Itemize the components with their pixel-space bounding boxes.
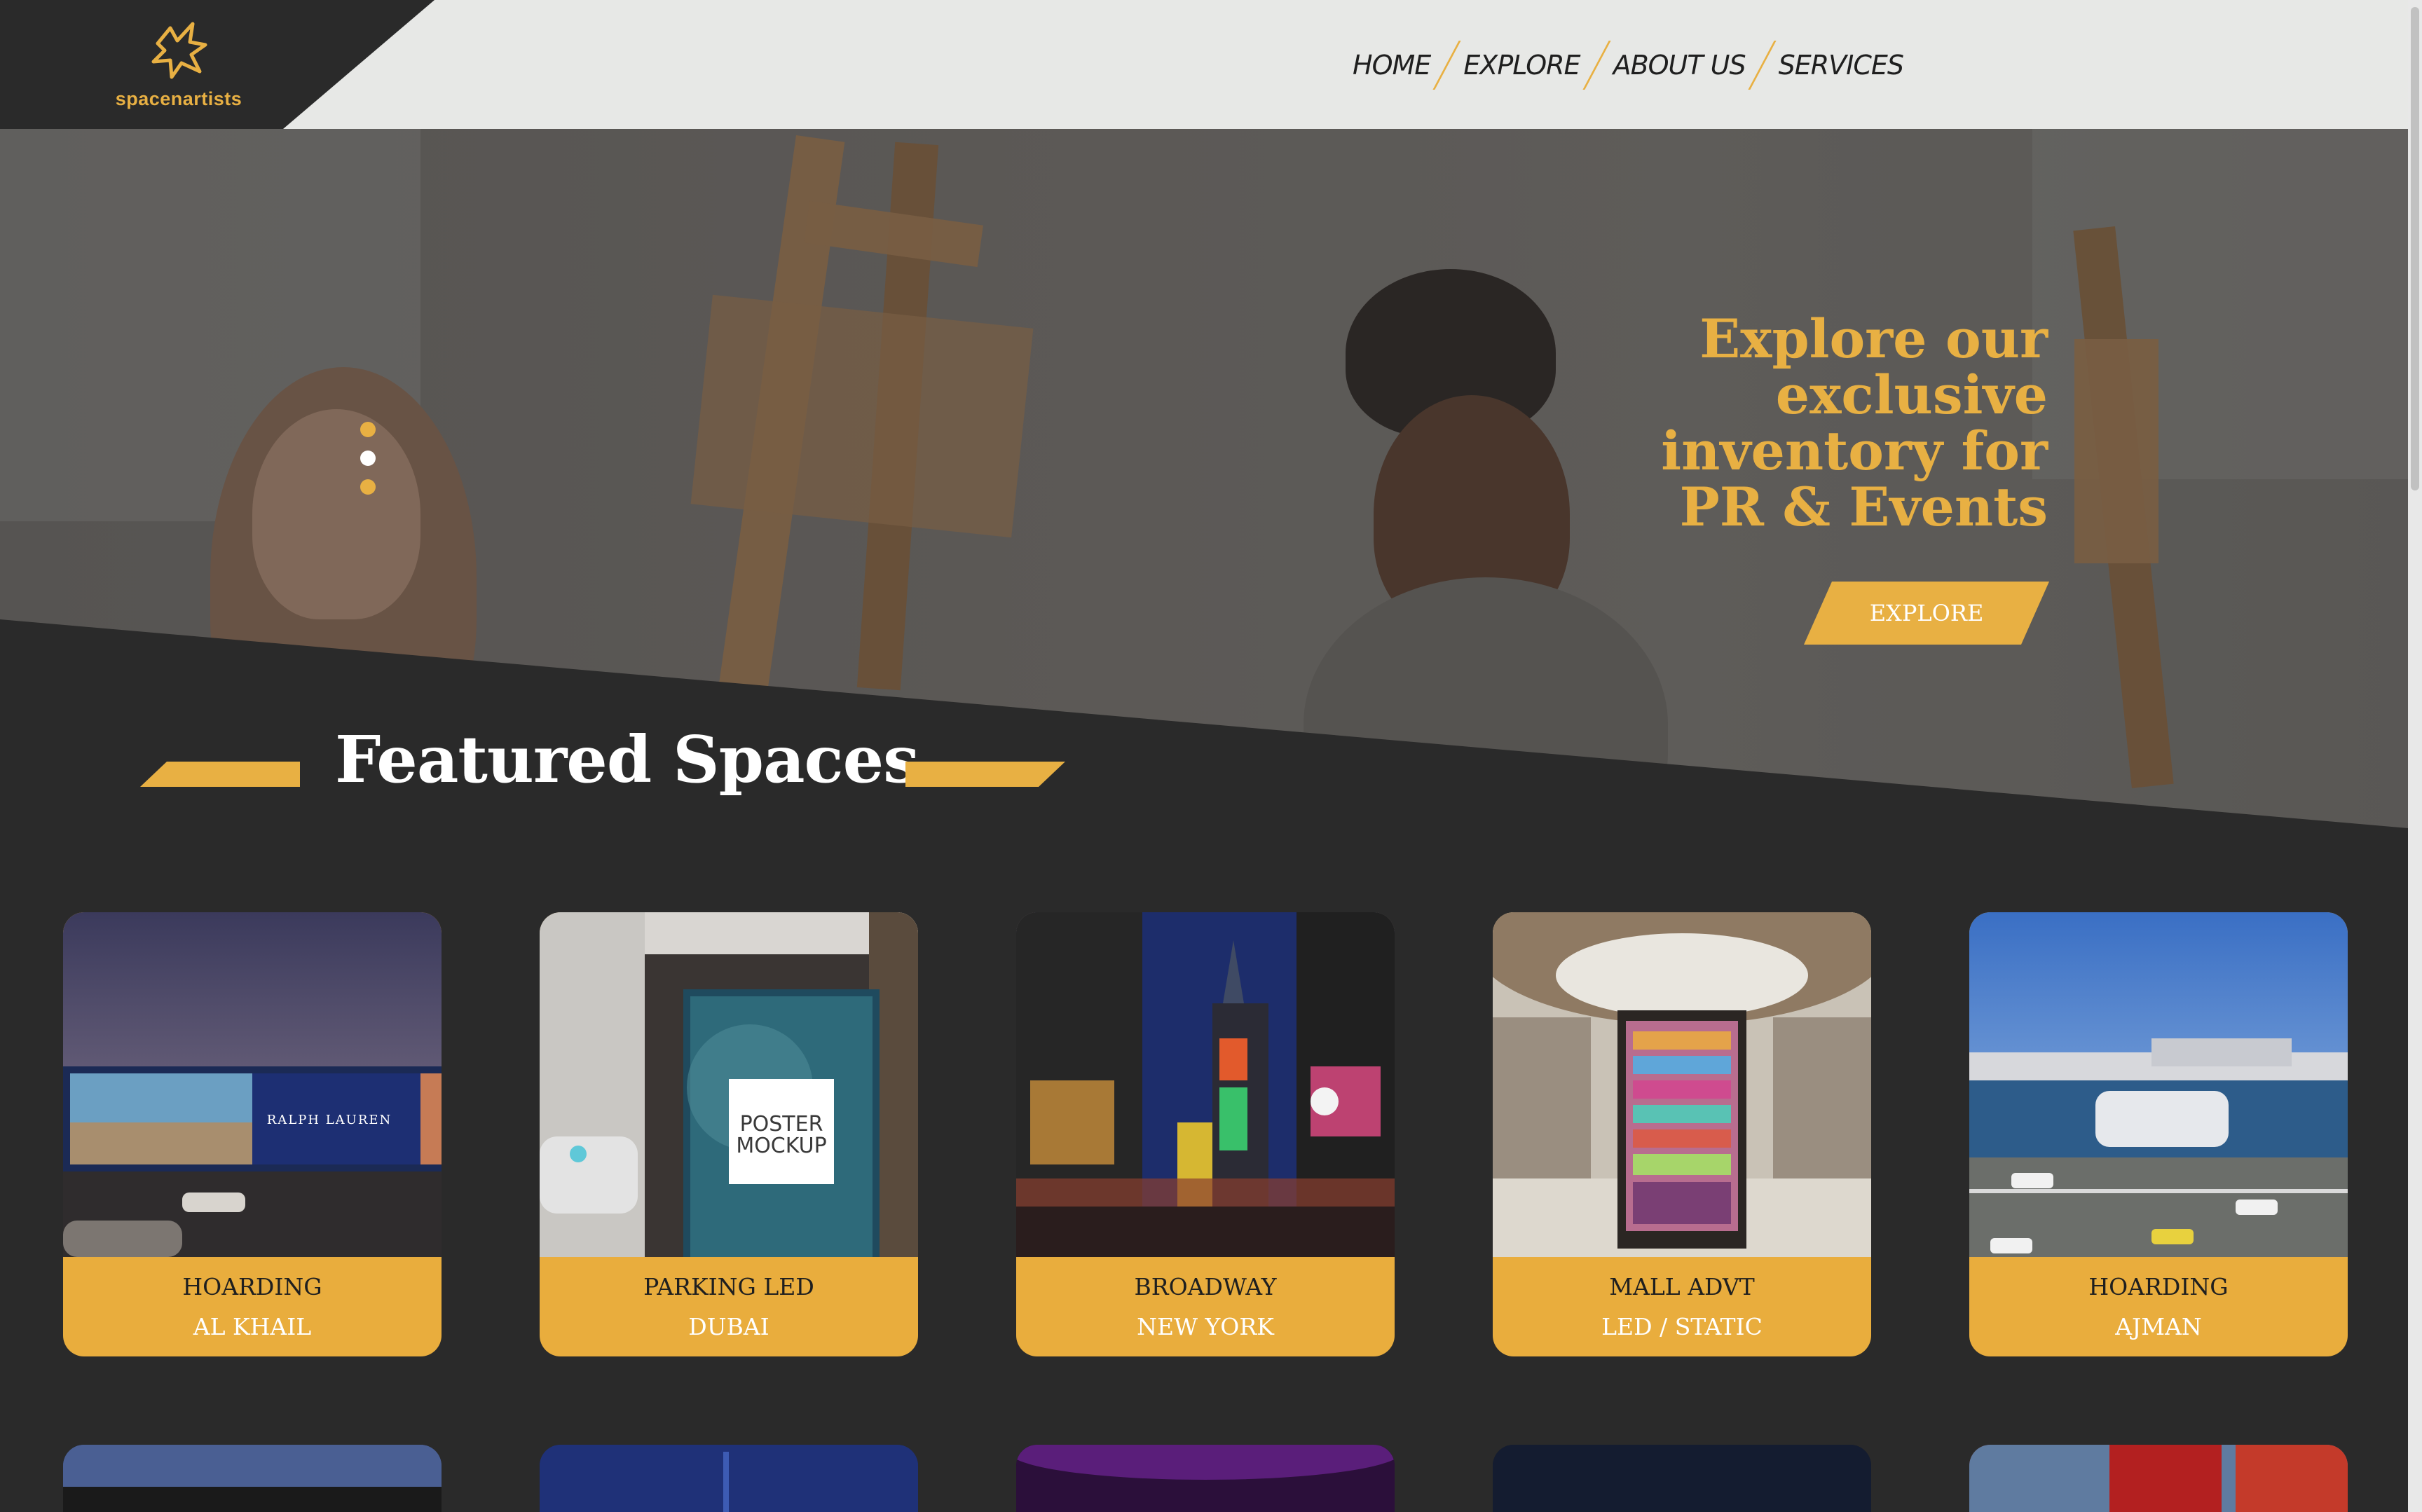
poster-text: POSTER <box>740 1112 823 1136</box>
nav-about-us[interactable]: ABOUT US <box>1613 50 1746 81</box>
slider-dot-active[interactable] <box>360 451 376 466</box>
space-card-partial[interactable] <box>1016 1445 1395 1512</box>
site-header: spacenartists HOME EXPLORE ABOUT US SERV… <box>0 0 2408 129</box>
card-image: POSTER MOCKUP <box>540 912 918 1257</box>
card-image <box>1016 912 1395 1257</box>
nav-divider <box>1432 41 1461 90</box>
slider-dots <box>360 422 376 495</box>
card-image: RALPH LAUREN <box>63 912 442 1257</box>
billboard-brand-text: RALPH LAUREN <box>267 1113 392 1127</box>
explore-button[interactable]: EXPLORE <box>1804 582 2049 645</box>
space-card[interactable]: HOARDING AJMAN <box>1969 912 2348 1356</box>
slider-dot[interactable] <box>360 422 376 437</box>
card-label: PARKING LED DUBAI <box>540 1257 918 1356</box>
main-nav: HOME EXPLORE ABOUT US SERVICES <box>1353 41 1904 90</box>
featured-title: Featured Spaces <box>335 722 919 797</box>
card-location: DUBAI <box>688 1313 769 1340</box>
hero-title-line: Explore our <box>1699 308 2048 370</box>
logo[interactable]: spacenartists <box>105 14 252 116</box>
space-card-partial[interactable] <box>1493 1445 1871 1512</box>
nav-services[interactable]: SERVICES <box>1779 50 1904 81</box>
featured-heading: Featured Spaces <box>0 715 1121 813</box>
card-image <box>1493 912 1871 1257</box>
card-label: HOARDING AL KHAIL <box>63 1257 442 1356</box>
poster-text: MOCKUP <box>736 1134 826 1158</box>
scrollbar-thumb[interactable] <box>2411 7 2419 490</box>
space-card-partial[interactable] <box>540 1445 918 1512</box>
star-burst-icon <box>151 22 207 79</box>
space-card-partial[interactable] <box>63 1445 442 1512</box>
hero-title-line: PR & Events <box>1679 476 2048 538</box>
nav-divider <box>1747 41 1777 90</box>
space-card[interactable]: MALL ADVT LED / STATIC <box>1493 912 1871 1356</box>
space-card[interactable]: RALPH LAUREN HOARDING AL KHAIL <box>63 912 442 1356</box>
card-label: MALL ADVT LED / STATIC <box>1493 1257 1871 1356</box>
nav-home[interactable]: HOME <box>1353 50 1431 81</box>
card-location: LED / STATIC <box>1601 1313 1763 1340</box>
card-type: HOARDING <box>2088 1273 2229 1300</box>
space-card[interactable]: POSTER MOCKUP PARKING LED DUBAI <box>540 912 918 1356</box>
page: Explore our exclusive inventory for PR &… <box>0 0 2422 1512</box>
card-label: BROADWAY NEW YORK <box>1016 1257 1395 1356</box>
heading-accent-bar <box>140 762 300 787</box>
hero-title: Explore our exclusive inventory for PR &… <box>1487 311 2048 535</box>
card-location: NEW YORK <box>1137 1313 1274 1340</box>
card-image <box>1969 912 2348 1257</box>
space-card[interactable]: BROADWAY NEW YORK <box>1016 912 1395 1356</box>
heading-accent-bar <box>905 762 1065 787</box>
space-card-partial[interactable] <box>1969 1445 2348 1512</box>
brand-name: spacenartists <box>115 88 242 109</box>
nav-explore[interactable]: EXPLORE <box>1463 50 1580 81</box>
card-type: BROADWAY <box>1134 1273 1277 1300</box>
card-type: MALL ADVT <box>1609 1273 1755 1300</box>
card-type: HOARDING <box>182 1273 322 1300</box>
card-type: PARKING LED <box>643 1273 814 1300</box>
card-label: HOARDING AJMAN <box>1969 1257 2348 1356</box>
hero-title-line: exclusive <box>1775 364 2048 426</box>
page-scrollbar[interactable] <box>2408 0 2422 1512</box>
hero-title-line: inventory for <box>1661 420 2048 482</box>
slider-dot[interactable] <box>360 479 376 495</box>
nav-divider <box>1582 41 1611 90</box>
card-location: AL KHAIL <box>193 1313 312 1340</box>
card-location: AJMAN <box>2115 1313 2202 1340</box>
